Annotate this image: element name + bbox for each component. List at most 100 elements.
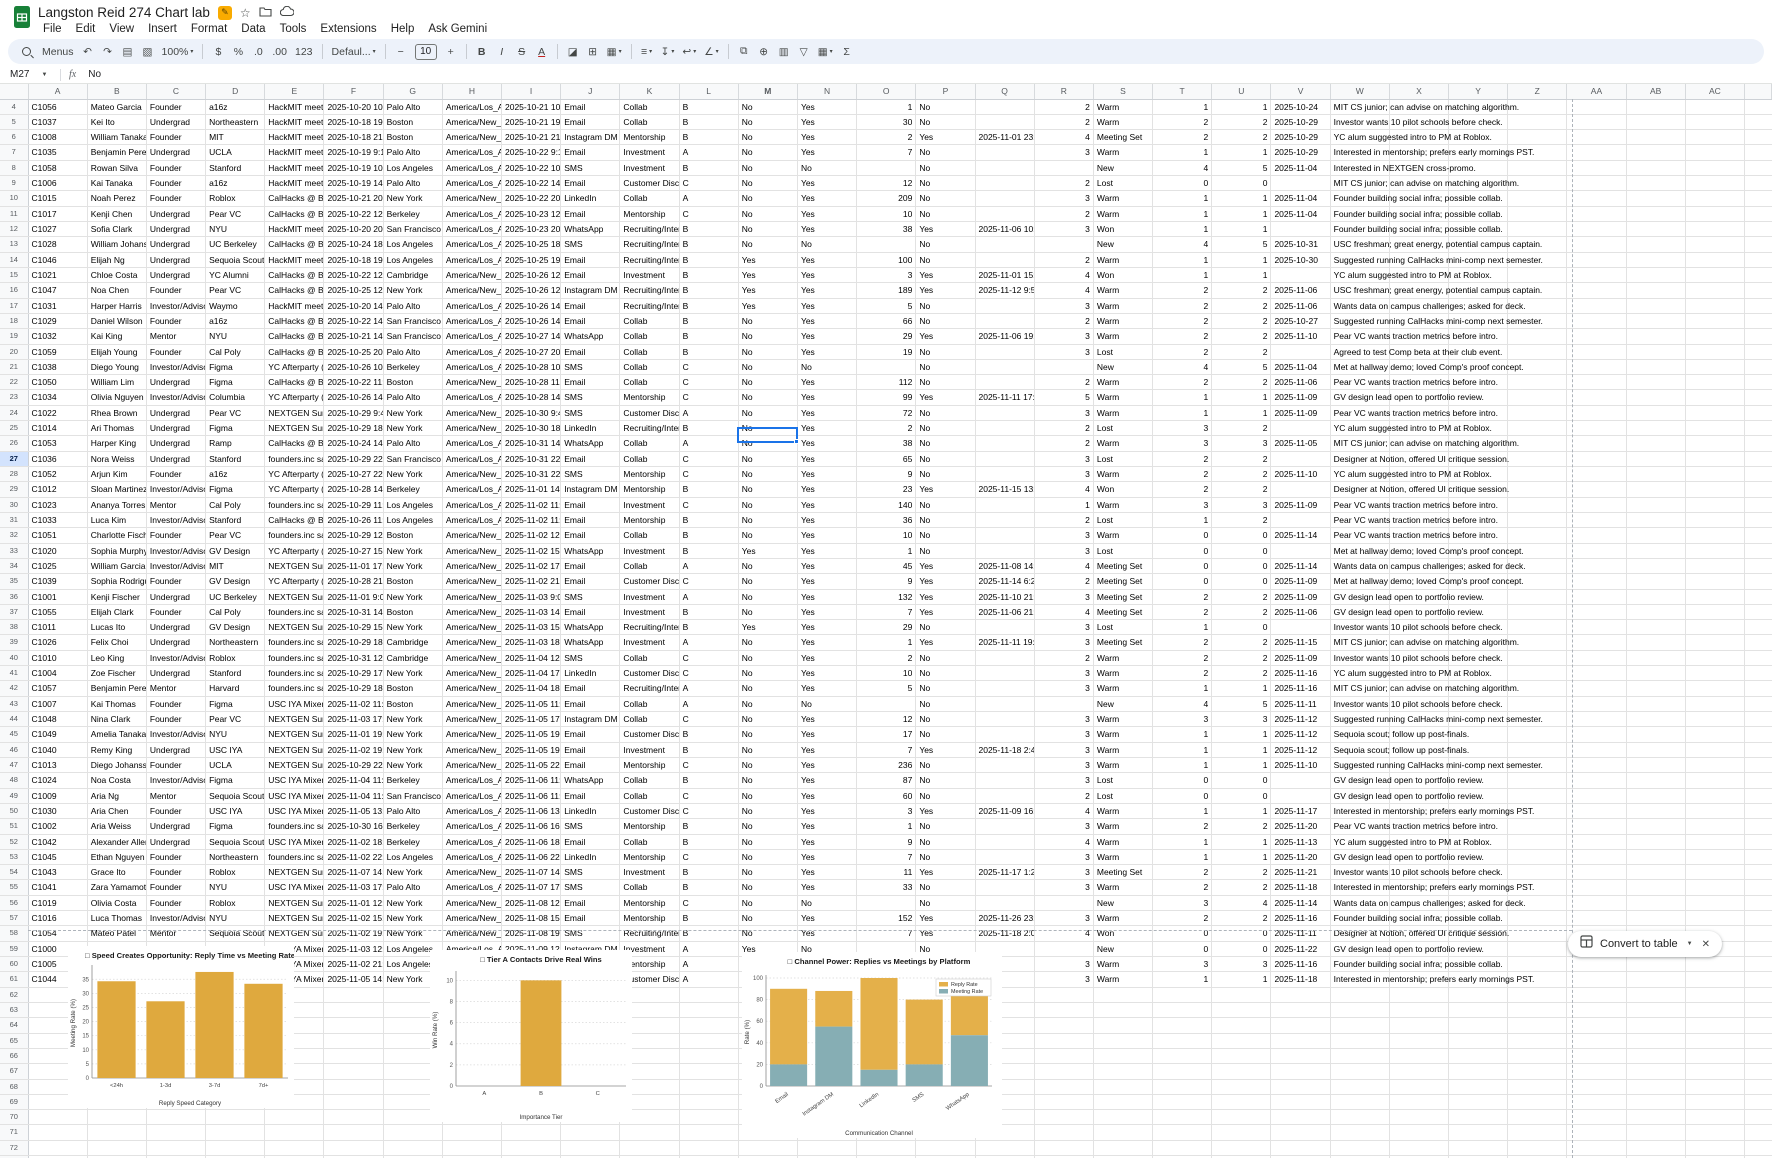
cell[interactable]: Email <box>561 252 620 267</box>
cell[interactable]: Daniel Wilson <box>87 313 146 328</box>
cell[interactable]: 2025-11-06 <box>1271 298 1330 313</box>
cell[interactable] <box>1626 114 1685 129</box>
cell[interactable]: B <box>679 742 738 757</box>
cell[interactable]: 1 <box>1212 803 1271 818</box>
row-header-49[interactable]: 49 <box>0 788 28 803</box>
cell[interactable]: Email <box>561 375 620 390</box>
cell[interactable]: Customer Disco <box>620 405 679 420</box>
cell[interactable]: YC alum suggested intro to PM at Roblox. <box>1330 467 1389 482</box>
cell[interactable]: No <box>738 635 797 650</box>
cell[interactable] <box>1271 1064 1330 1079</box>
cell[interactable]: No <box>738 865 797 880</box>
cell[interactable]: America/New_Y <box>442 528 501 543</box>
cell[interactable]: 2025-10-28 11:1 <box>502 375 561 390</box>
cell[interactable]: Met at hallway demo; loved Comp's proof … <box>1330 359 1389 374</box>
cell[interactable] <box>324 1002 383 1017</box>
cell[interactable]: YC alum suggested intro to PM at Roblox. <box>1330 834 1389 849</box>
cell[interactable]: LinkedIn <box>561 421 620 436</box>
cell[interactable]: 2025-10-29 18:1 <box>324 681 383 696</box>
cell[interactable]: Boston <box>383 528 442 543</box>
cell[interactable]: 2025-10-19 14:1 <box>324 176 383 191</box>
row-header-72[interactable]: 72 <box>0 1140 28 1155</box>
cell[interactable] <box>1567 390 1626 405</box>
cell[interactable]: 2025-11-03 9:01 <box>502 589 561 604</box>
cell[interactable]: America/Los_Ar <box>442 788 501 803</box>
cell[interactable]: CalHacks @ Be <box>265 191 324 206</box>
cell[interactable] <box>1034 160 1093 175</box>
cell[interactable] <box>1567 252 1626 267</box>
cell[interactable]: YC alum suggested intro to PM at Roblox. <box>1330 666 1389 681</box>
cell[interactable]: 29 <box>857 329 916 344</box>
cell[interactable] <box>1744 635 1771 650</box>
cell[interactable]: Investment <box>620 635 679 650</box>
cell[interactable]: 2025-11-09 <box>1271 497 1330 512</box>
row-header-10[interactable]: 10 <box>0 191 28 206</box>
cell[interactable]: 2 <box>1212 114 1271 129</box>
cell[interactable]: No <box>738 880 797 895</box>
cell[interactable] <box>1093 1094 1152 1109</box>
cell[interactable] <box>975 895 1034 910</box>
cell[interactable]: Yes <box>738 620 797 635</box>
cell[interactable]: America/Los_Ar <box>442 329 501 344</box>
cell[interactable]: Berkeley <box>383 834 442 849</box>
cell[interactable]: 2 <box>1153 911 1212 926</box>
cell[interactable]: 236 <box>857 757 916 772</box>
cell[interactable] <box>1567 405 1626 420</box>
cell[interactable]: CalHacks @ Be <box>265 436 324 451</box>
cell[interactable]: C1026 <box>28 635 87 650</box>
cell[interactable]: New York <box>383 666 442 681</box>
column-header-G[interactable]: G <box>383 84 442 99</box>
cell[interactable] <box>1685 880 1744 895</box>
cell[interactable]: 2025-10-31 22:3 <box>502 451 561 466</box>
cell[interactable]: Email <box>561 512 620 527</box>
cell[interactable]: 1 <box>1153 99 1212 114</box>
cell[interactable]: C1040 <box>28 742 87 757</box>
cell[interactable] <box>1567 421 1626 436</box>
row-header-70[interactable]: 70 <box>0 1110 28 1125</box>
cell[interactable]: New York <box>383 558 442 573</box>
cell[interactable] <box>1389 1033 1448 1048</box>
cell[interactable]: a16z <box>206 176 265 191</box>
cell[interactable]: 2025-10-30 9:41 <box>502 405 561 420</box>
cell[interactable]: C1002 <box>28 819 87 834</box>
cell[interactable]: Roblox <box>206 865 265 880</box>
cell[interactable]: A <box>679 589 738 604</box>
cell[interactable] <box>857 160 916 175</box>
cell[interactable]: New <box>1093 160 1152 175</box>
cell[interactable]: Undergrad <box>146 620 205 635</box>
cell[interactable] <box>1626 620 1685 635</box>
cell[interactable]: 1 <box>857 99 916 114</box>
cell[interactable]: 152 <box>857 911 916 926</box>
cell[interactable]: Yes <box>916 911 975 926</box>
cell[interactable] <box>1567 849 1626 864</box>
increase-decimal[interactable]: .00 <box>269 42 290 61</box>
cell[interactable] <box>1626 987 1685 1002</box>
cell[interactable] <box>1567 666 1626 681</box>
cell[interactable]: 1 <box>1212 99 1271 114</box>
cell[interactable]: B <box>679 252 738 267</box>
cell[interactable] <box>206 1140 265 1155</box>
cell[interactable]: Boston <box>383 130 442 145</box>
cell[interactable]: NEXTGEN Sum <box>265 865 324 880</box>
cell[interactable]: 10 <box>857 206 916 221</box>
cell[interactable] <box>1567 895 1626 910</box>
cell[interactable] <box>1153 1110 1212 1125</box>
column-header-J[interactable]: J <box>561 84 620 99</box>
cell[interactable]: 2025-10-31 14:4 <box>502 436 561 451</box>
table-view-icon[interactable]: ▦▾ <box>815 42 836 61</box>
cell[interactable]: 1 <box>1212 252 1271 267</box>
cell[interactable] <box>1744 650 1771 665</box>
cell[interactable]: 2025-11-01 23:2 <box>975 130 1034 145</box>
cell[interactable] <box>324 1110 383 1125</box>
cell[interactable] <box>1271 451 1330 466</box>
row-header-56[interactable]: 56 <box>0 895 28 910</box>
cell[interactable]: HackMIT meetu <box>265 114 324 129</box>
cell[interactable] <box>1744 222 1771 237</box>
cell[interactable]: 38 <box>857 222 916 237</box>
cell[interactable]: 2025-11-01 17:5 <box>324 558 383 573</box>
cell[interactable] <box>1212 1110 1271 1125</box>
cell[interactable] <box>975 696 1034 711</box>
print-icon[interactable]: ▤ <box>119 42 137 61</box>
cell[interactable]: B <box>679 267 738 282</box>
cell[interactable]: YC Afterparty (S <box>265 543 324 558</box>
